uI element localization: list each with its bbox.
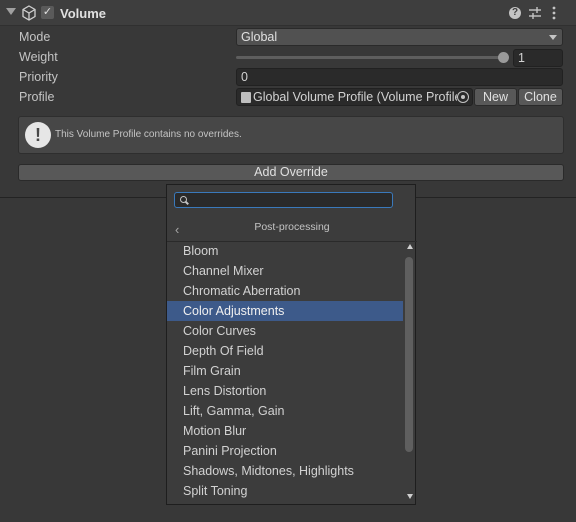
presets-sliders-icon[interactable] bbox=[528, 6, 542, 20]
volume-cube-icon bbox=[22, 5, 36, 21]
scroll-down-arrow-icon[interactable] bbox=[407, 494, 413, 499]
search-icon bbox=[180, 196, 187, 203]
list-item[interactable]: Bloom bbox=[167, 241, 403, 261]
add-override-popup: ‹ Post-processing Bloom Channel Mixer Chro… bbox=[166, 184, 417, 505]
weight-label: Weight bbox=[19, 50, 58, 64]
list-item[interactable]: Shadows, Midtones, Highlights bbox=[167, 461, 403, 481]
help-text: This Volume Profile contains no override… bbox=[55, 129, 242, 140]
weight-field[interactable]: 1 bbox=[513, 49, 563, 67]
add-override-button[interactable]: Add Override bbox=[18, 164, 564, 181]
volume-profile-asset-icon bbox=[241, 92, 251, 103]
foldout-arrow-icon[interactable] bbox=[6, 8, 16, 15]
list-item[interactable]: Color Adjustments bbox=[167, 301, 403, 321]
weight-slider-handle[interactable] bbox=[498, 52, 509, 63]
more-options-icon[interactable] bbox=[550, 6, 558, 20]
object-picker-icon[interactable] bbox=[457, 91, 469, 103]
profile-object-field[interactable]: Global Volume Profile (Volume Profile) bbox=[236, 88, 473, 106]
mode-label: Mode bbox=[19, 30, 51, 44]
priority-label: Priority bbox=[19, 70, 58, 84]
profile-label: Profile bbox=[19, 90, 55, 104]
list-item[interactable]: Panini Projection bbox=[167, 441, 403, 461]
clone-profile-button[interactable]: Clone bbox=[518, 88, 563, 106]
scrollbar[interactable] bbox=[404, 242, 415, 504]
list-item[interactable]: Motion Blur bbox=[167, 421, 403, 441]
popup-title: Post-processing bbox=[254, 221, 330, 233]
dropdown-caret-icon bbox=[549, 35, 557, 40]
override-list: Bloom Channel Mixer Chromatic Aberration Co… bbox=[167, 241, 403, 501]
list-item[interactable]: Split Toning bbox=[167, 481, 403, 501]
list-item[interactable]: Color Curves bbox=[167, 321, 403, 341]
scroll-thumb[interactable] bbox=[405, 257, 413, 452]
profile-value: Global Volume Profile (Volume Profile) bbox=[253, 90, 457, 104]
new-profile-button[interactable]: New bbox=[474, 88, 517, 106]
priority-field[interactable]: 0 bbox=[236, 68, 563, 86]
enabled-checkbox[interactable]: ✓ bbox=[41, 6, 54, 19]
component-header: ✓ Volume ? bbox=[0, 0, 576, 26]
help-icon[interactable]: ? bbox=[509, 7, 521, 19]
list-item[interactable]: Film Grain bbox=[167, 361, 403, 381]
weight-slider[interactable] bbox=[236, 56, 504, 59]
warning-icon: ! bbox=[25, 122, 51, 148]
list-item[interactable]: Channel Mixer bbox=[167, 261, 403, 281]
search-box[interactable] bbox=[174, 192, 393, 208]
component-title: Volume bbox=[60, 6, 106, 21]
list-item[interactable]: Lens Distortion bbox=[167, 381, 403, 401]
list-item[interactable]: Lift, Gamma, Gain bbox=[167, 401, 403, 421]
list-item[interactable]: Chromatic Aberration bbox=[167, 281, 403, 301]
help-box: ! This Volume Profile contains no overri… bbox=[18, 116, 564, 154]
list-item[interactable]: Depth Of Field bbox=[167, 341, 403, 361]
mode-value: Global bbox=[241, 30, 278, 44]
scroll-up-arrow-icon[interactable] bbox=[407, 244, 413, 249]
mode-dropdown[interactable]: Global bbox=[236, 28, 563, 46]
search-input[interactable] bbox=[191, 193, 387, 207]
